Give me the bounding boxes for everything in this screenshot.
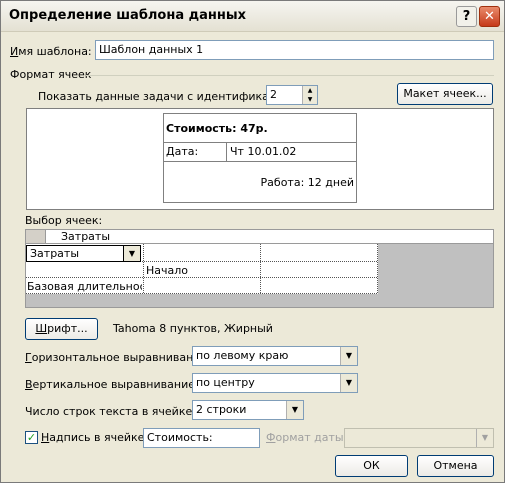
font-value: Tahoma 8 пунктов, Жирный bbox=[113, 322, 273, 335]
preview-date-value: Чт 10.01.02 bbox=[230, 145, 297, 158]
cell-format-label: Формат ячеек bbox=[10, 68, 92, 81]
template-name-label-text: мя шаблона: bbox=[18, 45, 92, 58]
preview-area: Стоимость: 47р. Дата: Чт 10.01.02 Работа… bbox=[26, 108, 494, 210]
grid-cell-combo[interactable]: Затраты ▼ bbox=[26, 245, 141, 262]
h-align-select[interactable]: по левому краю ▼ bbox=[192, 346, 358, 366]
cell-layout-button[interactable]: Макет ячеек... bbox=[397, 83, 493, 105]
chevron-down-icon[interactable]: ▼ bbox=[286, 401, 303, 419]
mnemonic: И bbox=[10, 45, 19, 58]
v-align-label-text: ертикальное выравнивание: bbox=[32, 378, 199, 391]
grid-row-line bbox=[26, 277, 377, 278]
grid-cell-value: Затраты bbox=[30, 247, 80, 260]
line-count-label: Число строк текста в ячейке: bbox=[25, 405, 196, 418]
caption-label: Надпись в ячейке: bbox=[41, 431, 148, 444]
task-id-value: 2 bbox=[270, 88, 277, 101]
v-align-value: по центру bbox=[196, 376, 255, 389]
task-id-spinner[interactable]: 2 ▲ ▼ bbox=[266, 85, 318, 105]
dialog-window: Определение шаблона данных ? ✕ Имя шабло… bbox=[0, 0, 505, 483]
v-align-label: Вертикальное выравнивание: bbox=[25, 378, 199, 391]
title-bar[interactable]: Определение шаблона данных ? ✕ bbox=[1, 1, 504, 32]
chevron-down-icon[interactable]: ▼ bbox=[123, 246, 140, 261]
mnemonic: Ш bbox=[35, 322, 48, 335]
preview-divider bbox=[226, 142, 227, 161]
cell-select-label: Выбор ячеек: bbox=[25, 214, 103, 227]
grid-header-cell[interactable]: Затраты bbox=[46, 230, 493, 244]
preview-cost: Стоимость: 47р. bbox=[166, 122, 268, 135]
font-button[interactable]: Шрифт... bbox=[25, 318, 98, 340]
grid-cell-value[interactable]: Базовая длительность bbox=[27, 280, 142, 293]
grid-cell-value[interactable]: Начало bbox=[146, 264, 188, 277]
mnemonic: В bbox=[25, 378, 33, 391]
h-align-label: Горизонтальное выравнивание: bbox=[25, 351, 211, 364]
grid-inactive-column bbox=[378, 244, 493, 307]
caption-checkbox[interactable]: ✓ bbox=[25, 431, 38, 444]
window-title: Определение шаблона данных bbox=[9, 8, 247, 23]
help-button[interactable]: ? bbox=[456, 6, 477, 27]
grid-corner bbox=[26, 230, 46, 244]
h-align-label-text: оризонтальное выравнивание: bbox=[31, 351, 211, 364]
preview-divider bbox=[164, 142, 356, 143]
template-name-label: Имя шаблона: bbox=[10, 45, 92, 58]
caption-label-text: адпись в ячейке: bbox=[49, 431, 149, 444]
line-count-select[interactable]: 2 строки ▼ bbox=[192, 400, 304, 420]
font-button-text: рифт... bbox=[47, 322, 88, 335]
caption-input[interactable]: Стоимость: bbox=[143, 428, 260, 448]
date-format-label-text: ормат даты: bbox=[275, 431, 348, 444]
spin-down-icon[interactable]: ▼ bbox=[302, 95, 317, 104]
v-align-select[interactable]: по центру ▼ bbox=[192, 373, 358, 393]
h-align-value: по левому краю bbox=[196, 349, 289, 362]
chevron-down-icon[interactable]: ▼ bbox=[340, 347, 357, 365]
preview-work: Работа: 12 дней bbox=[260, 176, 354, 189]
preview-card: Стоимость: 47р. Дата: Чт 10.01.02 Работа… bbox=[163, 113, 357, 203]
template-name-input[interactable]: Шаблон данных 1 bbox=[95, 40, 494, 60]
spin-up-icon[interactable]: ▲ bbox=[302, 86, 317, 95]
line-count-value: 2 строки bbox=[196, 403, 247, 416]
cell-grid[interactable]: Затраты Затраты ▼ Начало Базовая длитель… bbox=[25, 229, 494, 308]
mnemonic: Г bbox=[25, 351, 32, 364]
close-button[interactable]: ✕ bbox=[479, 6, 500, 27]
group-divider bbox=[86, 75, 494, 76]
date-format-select[interactable]: ▼ bbox=[344, 428, 494, 448]
ok-button[interactable]: ОК bbox=[335, 455, 408, 477]
grid-inactive-row bbox=[26, 294, 378, 307]
preview-date-label: Дата: bbox=[166, 145, 199, 158]
cancel-button[interactable]: Отмена bbox=[417, 455, 494, 477]
chevron-down-icon[interactable]: ▼ bbox=[476, 429, 493, 447]
preview-divider bbox=[164, 161, 356, 162]
chevron-down-icon[interactable]: ▼ bbox=[340, 374, 357, 392]
date-format-label: Формат даты: bbox=[266, 431, 347, 444]
